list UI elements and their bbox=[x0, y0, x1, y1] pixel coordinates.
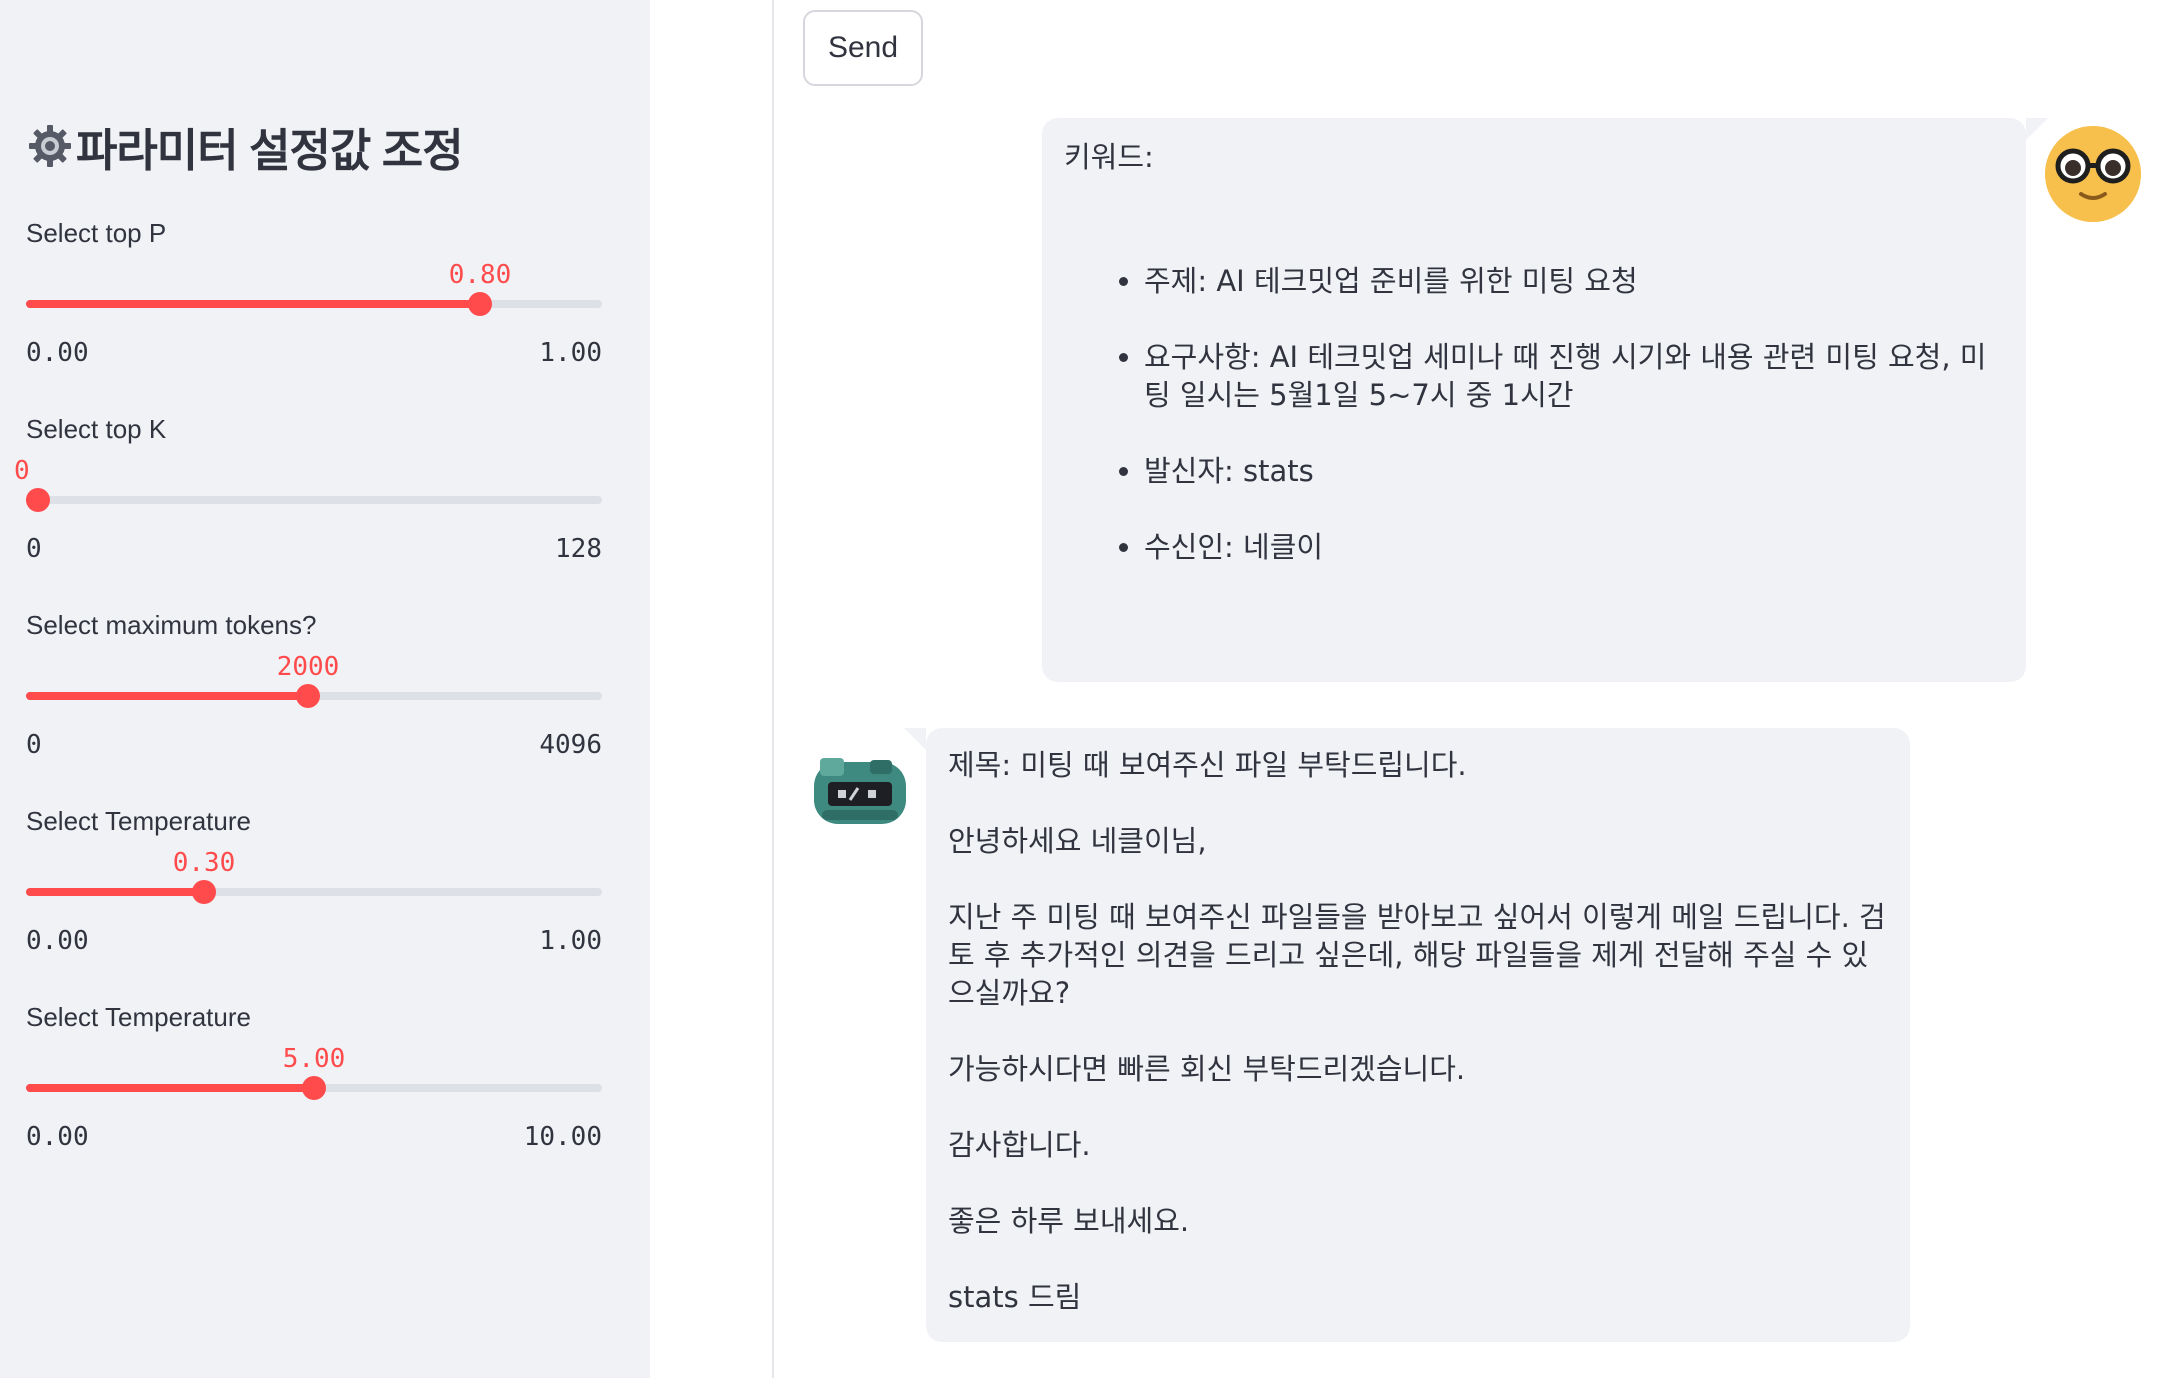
slider-temperature-2[interactable]: Select Temperature 5.00 0.00 10.00 bbox=[26, 1002, 602, 1182]
slider-thumb[interactable] bbox=[468, 292, 492, 316]
list-item: 요구사항: AI 테크밋업 세미나 때 진행 시기와 내용 관련 미팅 요청, … bbox=[1144, 338, 2004, 414]
slider-thumb[interactable] bbox=[26, 488, 50, 512]
message-paragraph: 지난 주 미팅 때 보여주신 파일들을 받아보고 싶어서 이렇게 메일 드립니다… bbox=[948, 900, 1886, 1010]
slider-fill bbox=[26, 692, 308, 700]
message-paragraph: 제목: 미팅 때 보여주신 파일 부탁드립니다. bbox=[948, 748, 1467, 782]
message-paragraph: 가능하시다면 빠른 회신 부탁드리겠습니다. bbox=[948, 1052, 1466, 1086]
sidebar: 파라미터 설정값 조정 Select top P 0.80 0.00 1.00 … bbox=[0, 0, 650, 1378]
slider-fill bbox=[26, 888, 204, 896]
robot-avatar-icon bbox=[814, 758, 906, 824]
slider-max: 1.00 bbox=[539, 338, 602, 368]
slider-max-tokens[interactable]: Select maximum tokens? 2000 0 4096 bbox=[26, 610, 602, 790]
slider-fill bbox=[26, 1084, 314, 1092]
nerd-face-icon bbox=[2045, 126, 2141, 222]
slider-min: 0.00 bbox=[26, 926, 89, 956]
slider-track[interactable] bbox=[26, 488, 602, 512]
slider-max: 128 bbox=[555, 534, 602, 564]
message-paragraph: 안녕하세요 네클이님, bbox=[948, 824, 1207, 858]
send-button[interactable]: Send bbox=[803, 10, 923, 86]
slider-label: Select maximum tokens? bbox=[26, 610, 317, 640]
slider-max: 10.00 bbox=[523, 1122, 602, 1152]
slider-top-k[interactable]: Select top K 0 0 128 bbox=[14, 414, 602, 594]
message-paragraph: 감사합니다. bbox=[948, 1128, 1091, 1162]
slider-value: 0.80 bbox=[448, 260, 512, 290]
slider-track[interactable] bbox=[26, 292, 602, 316]
main-divider bbox=[772, 0, 774, 1378]
slider-value: 5.00 bbox=[282, 1044, 346, 1074]
slider-label: Select top K bbox=[26, 414, 167, 444]
slider-temperature[interactable]: Select Temperature 0.30 0.00 1.00 bbox=[26, 806, 602, 986]
slider-min: 0 bbox=[26, 534, 42, 564]
sidebar-title-text: 파라미터 설정값 조정 bbox=[76, 124, 464, 176]
slider-label: Select Temperature bbox=[26, 1002, 251, 1032]
slider-value: 0 bbox=[14, 456, 30, 486]
user-message: 키워드: 주제: AI 테크밋업 준비를 위한 미팅 요청 요구사항: AI 테… bbox=[1042, 118, 2048, 682]
slider-thumb[interactable] bbox=[302, 1076, 326, 1100]
assistant-message: 제목: 미팅 때 보여주신 파일 부탁드립니다. 안녕하세요 네클이님, 지난 … bbox=[904, 728, 1910, 1342]
sidebar-title: 파라미터 설정값 조정 bbox=[26, 118, 464, 176]
slider-min: 0.00 bbox=[26, 338, 89, 368]
slider-value: 0.30 bbox=[172, 848, 236, 878]
list-item: 수신인: 네클이 bbox=[1144, 528, 2004, 566]
slider-min: 0.00 bbox=[26, 1122, 89, 1152]
message-paragraph: 좋은 하루 보내세요. bbox=[948, 1204, 1190, 1238]
slider-max: 4096 bbox=[539, 730, 602, 760]
slider-value: 2000 bbox=[276, 652, 340, 682]
slider-track[interactable] bbox=[26, 1076, 602, 1100]
slider-track[interactable] bbox=[26, 880, 602, 904]
slider-top-p[interactable]: Select top P 0.80 0.00 1.00 bbox=[26, 218, 602, 398]
slider-thumb[interactable] bbox=[296, 684, 320, 708]
slider-thumb[interactable] bbox=[192, 880, 216, 904]
slider-label: Select top P bbox=[26, 218, 167, 248]
list-item: 발신자: stats bbox=[1144, 452, 2004, 490]
user-message-title: 키워드: bbox=[1064, 140, 1154, 174]
keyword-list: 주제: AI 테크밋업 준비를 위한 미팅 요청 요구사항: AI 테크밋업 세… bbox=[1064, 262, 2004, 566]
list-item: 주제: AI 테크밋업 준비를 위한 미팅 요청 bbox=[1144, 262, 2004, 300]
gear-icon bbox=[29, 125, 71, 167]
slider-max: 1.00 bbox=[539, 926, 602, 956]
slider-track[interactable] bbox=[26, 684, 602, 708]
slider-label: Select Temperature bbox=[26, 806, 251, 836]
slider-min: 0 bbox=[26, 730, 42, 760]
message-paragraph: stats 드림 bbox=[948, 1280, 1082, 1314]
slider-fill bbox=[26, 300, 480, 308]
